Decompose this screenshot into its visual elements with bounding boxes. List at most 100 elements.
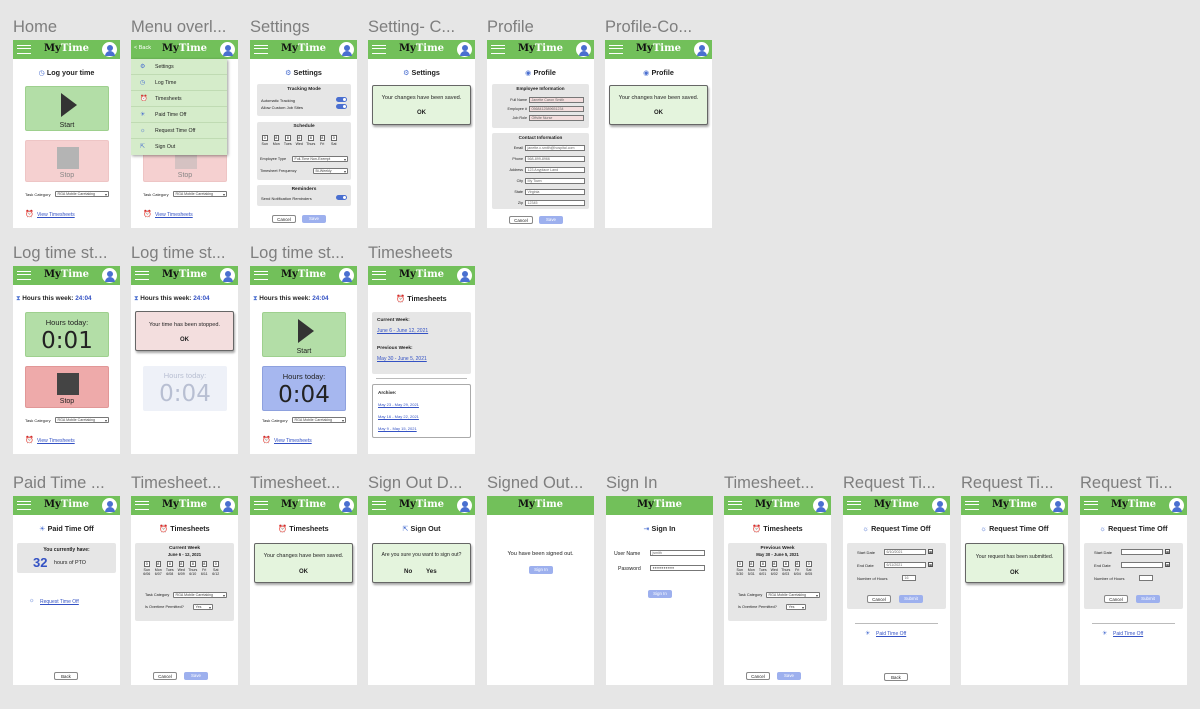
task-select[interactable]: RGA Mobile Caretaking [55, 191, 109, 197]
frequency-select[interactable]: Bi-Weekly [313, 168, 348, 174]
start-button[interactable]: Start [25, 86, 109, 131]
cancel-button[interactable]: Cancel [509, 216, 533, 224]
address-field[interactable]: 123 Anyplace Land [525, 167, 585, 173]
day-hours-input[interactable]: 8 [783, 561, 789, 567]
avatar-icon[interactable] [102, 42, 117, 57]
ok-button[interactable]: OK [373, 110, 470, 116]
cancel-button[interactable]: Cancel [746, 672, 770, 680]
custom-sites-toggle[interactable] [336, 104, 347, 109]
save-button[interactable]: Save [184, 672, 208, 680]
avatar-icon[interactable] [102, 498, 117, 513]
day-hours-input[interactable]: 8 [319, 135, 325, 141]
hours-input[interactable]: 16 [902, 575, 916, 581]
overtime-select[interactable]: Yes [193, 604, 213, 610]
auto-tracking-toggle[interactable] [336, 97, 347, 102]
paid-time-off-link[interactable]: Paid Time Off [1113, 631, 1143, 637]
menu-item-sign-out[interactable]: ⇱ Sign Out [131, 139, 227, 155]
day-hours-input[interactable]: 0 [806, 561, 812, 567]
back-button[interactable]: Back [54, 672, 78, 680]
view-timesheets-link[interactable]: View Timesheets [155, 212, 193, 218]
submit-button[interactable]: Submit [1136, 595, 1160, 603]
avatar-icon[interactable] [220, 268, 235, 283]
zip-field[interactable]: 12345 [525, 200, 585, 206]
sign-in-button[interactable]: Sign In [648, 590, 672, 598]
day-hours-input[interactable]: 8 [760, 561, 766, 567]
ok-button[interactable]: OK [136, 337, 233, 343]
avatar-icon[interactable] [694, 42, 709, 57]
start-date-input[interactable]: 6/10/2021 [884, 549, 926, 555]
avatar-icon[interactable] [576, 42, 591, 57]
back-button[interactable]: Back [884, 673, 908, 681]
task-select[interactable]: RGA Mobile Caretaking [55, 417, 109, 423]
ok-button[interactable]: OK [966, 570, 1063, 576]
day-hours-input[interactable]: 0 [737, 561, 743, 567]
reminders-toggle[interactable] [336, 195, 347, 200]
day-hours-input[interactable]: 8 [285, 135, 291, 141]
task-select[interactable]: RGA Mobile Caretaking [766, 592, 820, 598]
paid-time-off-link[interactable]: Paid Time Off [876, 631, 906, 637]
calendar-icon[interactable]: ▦ [928, 562, 933, 567]
password-input[interactable]: ●●●●●●●●●● [650, 565, 705, 571]
day-hours-input[interactable]: 8 [155, 561, 161, 567]
save-button[interactable]: Save [777, 672, 801, 680]
avatar-icon[interactable] [339, 268, 354, 283]
menu-item-settings[interactable]: ⚙ Settings [131, 59, 227, 75]
day-hours-input[interactable]: 8 [167, 561, 173, 567]
day-hours-input[interactable]: 0 [213, 561, 219, 567]
avatar-icon[interactable] [1050, 498, 1065, 513]
day-hours-input[interactable]: 8 [201, 561, 207, 567]
cancel-button[interactable]: Cancel [153, 672, 177, 680]
email-field[interactable]: janette.c.smith@hospital.com [525, 145, 585, 151]
day-hours-input[interactable]: 8 [308, 135, 314, 141]
day-hours-input[interactable]: 0 [331, 135, 337, 141]
calendar-icon[interactable]: ▦ [928, 549, 933, 554]
save-button[interactable]: Save [539, 216, 563, 224]
day-hours-input[interactable]: 8 [190, 561, 196, 567]
view-timesheets-link[interactable]: View Timesheets [274, 438, 312, 444]
archive-link[interactable]: May 16 - May 22, 2021 [378, 414, 419, 419]
avatar-icon[interactable] [220, 42, 235, 57]
menu-item-timesheets[interactable]: ⏰ Timesheets [131, 91, 227, 107]
task-select[interactable]: RGA Mobile Caretaking [292, 417, 346, 423]
menu-item-paid-time-off[interactable]: ☀ Paid Time Off [131, 107, 227, 123]
end-date-input[interactable] [1121, 562, 1163, 568]
calendar-icon[interactable]: ▦ [1165, 562, 1170, 567]
avatar-icon[interactable] [102, 268, 117, 283]
task-select[interactable]: RGA Mobile Caretaking [173, 191, 227, 197]
avatar-icon[interactable] [1169, 498, 1184, 513]
sign-in-button[interactable]: Sign In [529, 566, 553, 574]
ok-button[interactable]: OK [610, 110, 707, 116]
avatar-icon[interactable] [457, 268, 472, 283]
cancel-button[interactable]: Cancel [1104, 595, 1128, 603]
day-hours-input[interactable]: 8 [771, 561, 777, 567]
save-button[interactable]: Save [302, 215, 326, 223]
day-hours-input[interactable]: 8 [178, 561, 184, 567]
day-hours-input[interactable]: 0 [144, 561, 150, 567]
avatar-icon[interactable] [339, 42, 354, 57]
stop-button[interactable]: Stop [25, 140, 109, 182]
start-button[interactable]: Start [262, 312, 346, 357]
state-field[interactable]: Virginia [525, 189, 585, 195]
employee-type-select[interactable]: Full-Time Non-Exempt [292, 156, 348, 162]
avatar-icon[interactable] [339, 498, 354, 513]
day-hours-input[interactable]: 0 [262, 135, 268, 141]
city-field[interactable]: My Town [525, 178, 585, 184]
start-date-input[interactable] [1121, 549, 1163, 555]
archive-link[interactable]: May 9 - May 15, 2021 [378, 426, 417, 431]
avatar-icon[interactable] [457, 498, 472, 513]
username-input[interactable]: jsmith [650, 550, 705, 556]
avatar-icon[interactable] [932, 498, 947, 513]
avatar-icon[interactable] [813, 498, 828, 513]
current-week-link[interactable]: June 6 - June 12, 2021 [377, 328, 428, 334]
archive-link[interactable]: May 23 - May 29, 2021 [378, 402, 419, 407]
day-hours-input[interactable]: 8 [273, 135, 279, 141]
avatar-icon[interactable] [220, 498, 235, 513]
calendar-icon[interactable]: ▦ [1165, 549, 1170, 554]
ok-button[interactable]: OK [255, 569, 352, 575]
submit-button[interactable]: Submit [899, 595, 923, 603]
hours-input[interactable] [1139, 575, 1153, 581]
cancel-button[interactable]: Cancel [272, 215, 296, 223]
stop-button[interactable]: Stop [25, 366, 109, 408]
menu-item-request-time-off[interactable]: ☼ Request Time Off [131, 123, 227, 139]
end-date-input[interactable]: 6/11/2021 [884, 562, 926, 568]
